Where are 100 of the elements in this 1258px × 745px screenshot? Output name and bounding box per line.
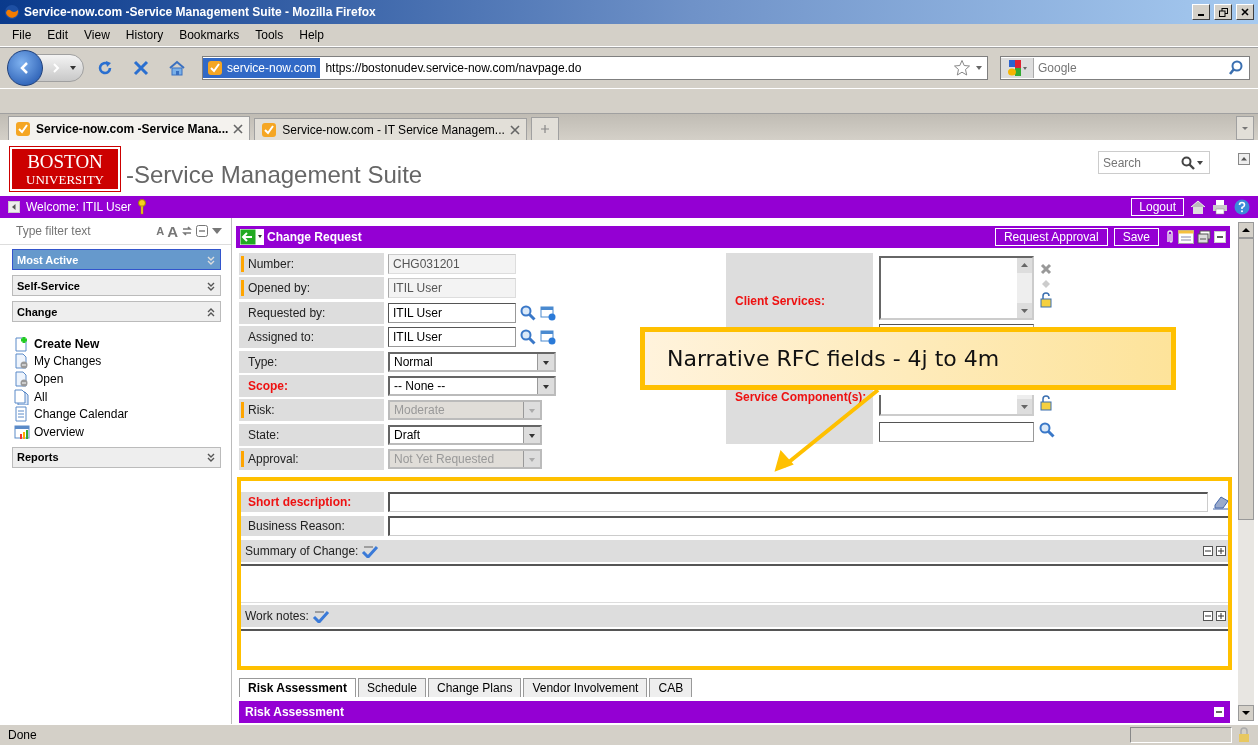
section-tab[interactable]: Schedule: [357, 678, 426, 698]
scroll-down-icon[interactable]: [1017, 399, 1032, 414]
collapse-all-icon[interactable]: [196, 225, 208, 237]
lock-icon[interactable]: [1039, 395, 1053, 411]
collapse-sidebar-icon[interactable]: [8, 201, 20, 213]
spell-check-icon[interactable]: [361, 544, 380, 559]
larger-text-button[interactable]: A: [167, 222, 178, 240]
section-tab[interactable]: Vendor Involvement: [523, 678, 648, 698]
input-field[interactable]: ITIL User: [388, 302, 516, 323]
stop-icon[interactable]: [132, 59, 150, 77]
menu-item[interactable]: History: [117, 28, 172, 42]
print-icon[interactable]: [1212, 199, 1228, 215]
menu-item[interactable]: Tools: [247, 28, 292, 42]
field-label: Business Reason:: [248, 519, 345, 534]
eraser-icon[interactable]: [1212, 494, 1230, 511]
text-area[interactable]: [239, 564, 1230, 604]
menu-item[interactable]: Bookmarks: [171, 28, 248, 42]
field-label: Client Services:: [735, 294, 827, 308]
section-tab[interactable]: Risk Assessment: [239, 678, 356, 698]
sidebar-link[interactable]: All: [34, 389, 48, 404]
lock-icon[interactable]: [1039, 292, 1053, 308]
info-card-icon[interactable]: [540, 329, 556, 346]
back-button-icon[interactable]: [240, 229, 264, 245]
sidebar-link[interactable]: Create New: [34, 336, 100, 351]
search-icon[interactable]: [1181, 155, 1195, 170]
search-engine-icon[interactable]: [1006, 59, 1028, 77]
minimize-button[interactable]: [1192, 4, 1210, 20]
collapse-icon[interactable]: [1203, 546, 1213, 557]
input-field[interactable]: [879, 324, 1034, 327]
search-icon[interactable]: [1227, 59, 1245, 77]
form-button[interactable]: Request Approval: [994, 228, 1108, 246]
filter-field[interactable]: Type filter text: [12, 224, 154, 238]
back-button[interactable]: [7, 50, 43, 86]
collapse-icon[interactable]: [1203, 611, 1213, 622]
close-button[interactable]: [1236, 4, 1254, 20]
search-icon[interactable]: [1039, 422, 1057, 440]
home-icon[interactable]: [168, 59, 186, 77]
lock-icon: [1236, 727, 1252, 743]
field-label: Work notes:: [245, 609, 309, 624]
scroll-up-icon[interactable]: [1017, 258, 1032, 273]
url-text: https://bostonudev.service-now.com/navpage.do: [324, 61, 583, 75]
input-field[interactable]: ITIL User: [388, 327, 516, 348]
browser-tab[interactable]: Service-now.com - IT Service Managem...: [254, 118, 527, 140]
sidebar-link[interactable]: Open: [34, 372, 64, 386]
sidebar-section-header[interactable]: Reports: [12, 446, 221, 468]
expand-icon[interactable]: [1216, 611, 1226, 622]
menu-item[interactable]: Help: [291, 28, 332, 42]
search-input[interactable]: Google: [1034, 61, 1227, 75]
menu-item[interactable]: View: [76, 28, 118, 42]
collapse-header-icon[interactable]: [1238, 153, 1250, 165]
site-icon: [15, 120, 31, 137]
form-button[interactable]: Save: [1113, 228, 1159, 246]
dropdown-field[interactable]: -- None --: [388, 375, 556, 396]
info-card-icon[interactable]: [540, 304, 556, 321]
address-bar[interactable]: service-now.com https://bostonudev.service-now.com/navpage.do: [202, 56, 988, 80]
logout-button[interactable]: Logout: [1131, 198, 1184, 216]
section-tab[interactable]: CAB: [649, 678, 693, 698]
bookmark-star-icon[interactable]: [953, 59, 971, 77]
windows-icon[interactable]: [1197, 230, 1211, 244]
menu-item[interactable]: File: [4, 28, 40, 42]
help-icon[interactable]: [1234, 199, 1250, 215]
section-tab[interactable]: Change Plans: [428, 678, 522, 698]
refresh-icon[interactable]: [181, 225, 193, 237]
home-icon[interactable]: [1190, 199, 1206, 215]
dropdown-field[interactable]: Draft: [388, 424, 542, 445]
search-icon[interactable]: [520, 304, 536, 321]
dropdown-icon[interactable]: [69, 64, 77, 72]
close-tab-icon[interactable]: [509, 124, 520, 135]
input-field[interactable]: [388, 516, 1230, 537]
smaller-text-button[interactable]: A: [156, 225, 165, 237]
text-area[interactable]: [879, 256, 1034, 320]
reload-icon[interactable]: [96, 59, 114, 77]
expand-icon[interactable]: [1216, 546, 1226, 557]
browser-tab[interactable]: Service-now.com -Service Mana...: [8, 116, 251, 140]
input-field[interactable]: [388, 492, 1208, 513]
collapse-icon[interactable]: [1214, 707, 1224, 718]
restore-button[interactable]: [1214, 4, 1232, 20]
form-title: Change Request: [267, 230, 363, 244]
scroll-down-icon[interactable]: [1017, 303, 1032, 318]
expand-chevron-icon[interactable]: [206, 451, 216, 464]
sidebar-section-header[interactable]: Change: [12, 301, 221, 322]
scrollbar[interactable]: [1238, 222, 1254, 721]
sidebar-section-header[interactable]: Self-Service: [12, 275, 221, 296]
search-field[interactable]: Search: [1098, 151, 1210, 174]
sidebar-link[interactable]: Overview: [34, 424, 84, 439]
close-tab-icon[interactable]: [233, 123, 244, 134]
dropdown-icon[interactable]: [1195, 158, 1205, 167]
input-field[interactable]: [879, 422, 1034, 442]
menu-item[interactable]: Edit: [39, 28, 77, 42]
documents-icon: [14, 388, 30, 405]
sidebar-link[interactable]: My Changes: [34, 354, 102, 369]
spell-check-icon[interactable]: [311, 609, 330, 624]
restore-icon: [1218, 7, 1228, 17]
paperclip-icon[interactable]: [1165, 229, 1175, 245]
dropdown-field[interactable]: Normal: [388, 351, 556, 372]
remove-icon[interactable]: [1039, 262, 1053, 276]
search-icon[interactable]: [520, 329, 536, 346]
search-field[interactable]: Google: [1000, 56, 1250, 80]
sidebar-link[interactable]: Change Calendar: [34, 407, 129, 422]
search-input[interactable]: Search: [1099, 155, 1181, 170]
